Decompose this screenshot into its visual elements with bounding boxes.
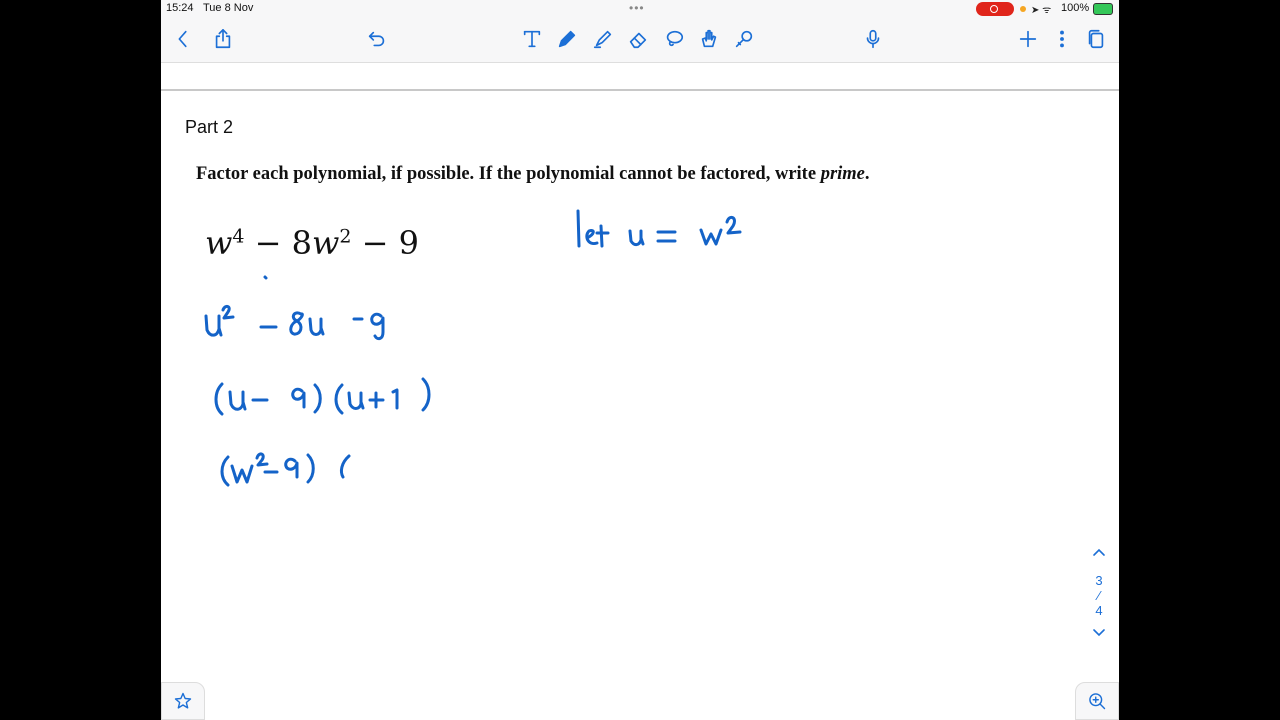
total-page-number: 4 (1095, 603, 1103, 618)
chevron-down-icon[interactable] (1081, 626, 1117, 640)
chevron-up-icon[interactable] (1081, 545, 1117, 559)
zoom-button[interactable] (1075, 682, 1119, 720)
page-navigator: 3 ⁄ 4 (1081, 545, 1117, 640)
page-number-separator: ⁄ (1097, 588, 1101, 603)
star-icon (174, 692, 192, 709)
current-page-number: 3 (1095, 573, 1103, 588)
app-screen: 15:24 Tue 8 Nov ••• ➤ ᯤ 100% Part 2 Fact… (161, 0, 1119, 720)
handwriting-ink (204, 209, 742, 487)
favorite-button[interactable] (161, 682, 205, 720)
zoom-in-icon (1089, 693, 1106, 710)
